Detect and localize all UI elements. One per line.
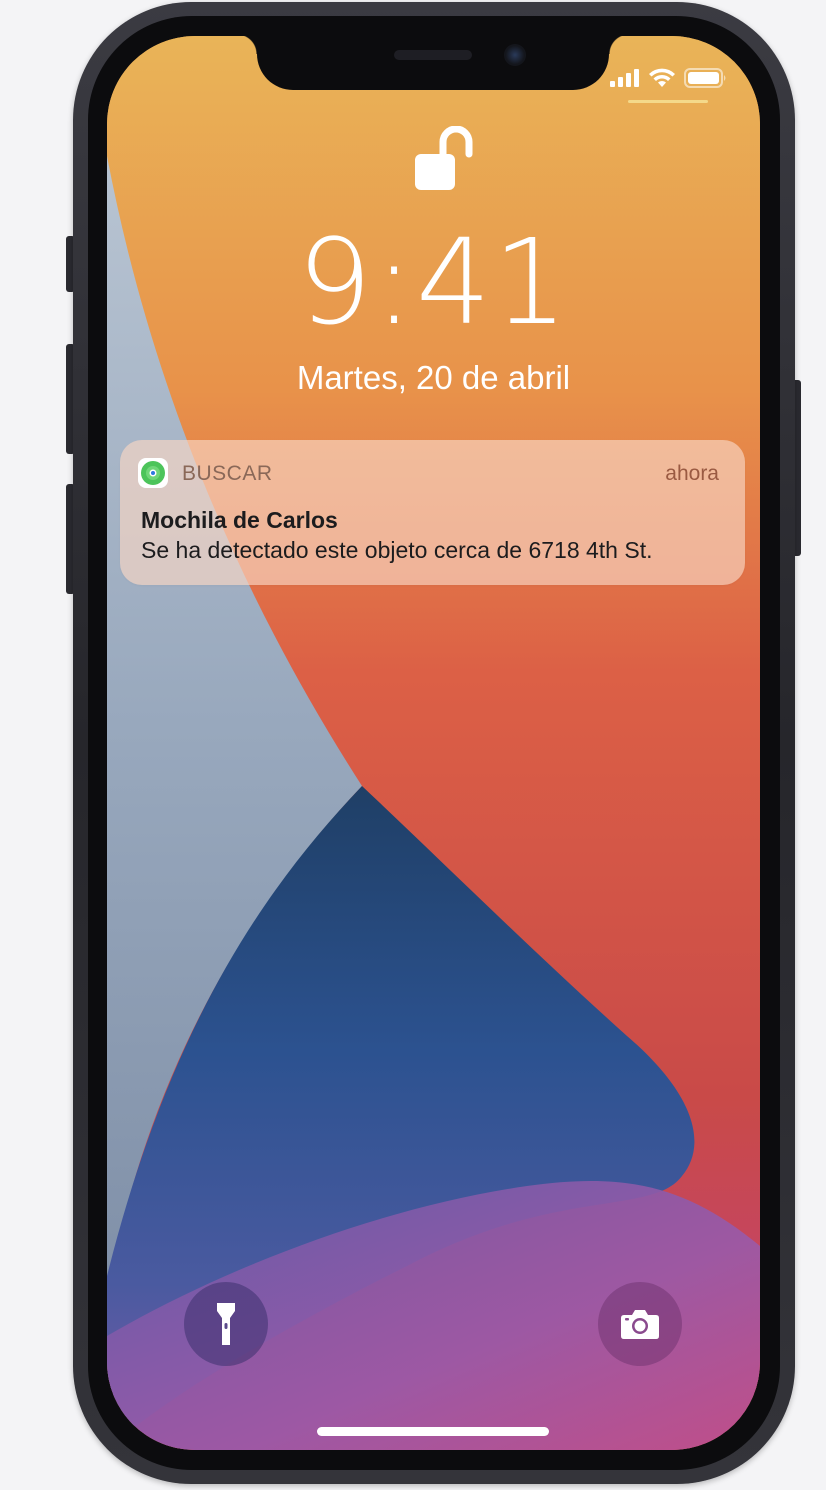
notch [237, 36, 629, 90]
notification-body: Se ha detectado este objeto cerca de 671… [141, 537, 653, 563]
notification-time: ahora [665, 462, 719, 485]
cellular-signal-icon [610, 69, 639, 87]
battery-icon [684, 68, 726, 88]
unlocked-padlock-icon [415, 126, 473, 190]
lock-screen-date: Martes, 20 de abril [296, 359, 571, 396]
notification-title: Mochila de Carlos [141, 507, 338, 533]
lock-screen-time: 9:41 [297, 213, 570, 351]
product-render: 9:41 Martes, 20 de abril BUSCAR ahora Mo… [0, 0, 826, 1490]
earpiece-speaker [394, 50, 472, 60]
flashlight-icon [217, 1303, 235, 1345]
status-underline [628, 100, 708, 103]
home-indicator[interactable] [317, 1427, 549, 1436]
front-camera [504, 44, 526, 66]
notification-app-name: BUSCAR [182, 462, 273, 485]
notification-card[interactable]: BUSCAR ahora Mochila de Carlos Se ha det… [120, 440, 745, 585]
camera-icon [621, 1310, 659, 1339]
wifi-icon [649, 68, 675, 87]
lock-screen: 9:41 Martes, 20 de abril BUSCAR ahora Mo… [107, 36, 760, 1450]
find-my-icon [138, 458, 168, 488]
flashlight-button[interactable] [184, 1282, 268, 1366]
status-bar [610, 68, 728, 88]
camera-button[interactable] [598, 1282, 682, 1366]
